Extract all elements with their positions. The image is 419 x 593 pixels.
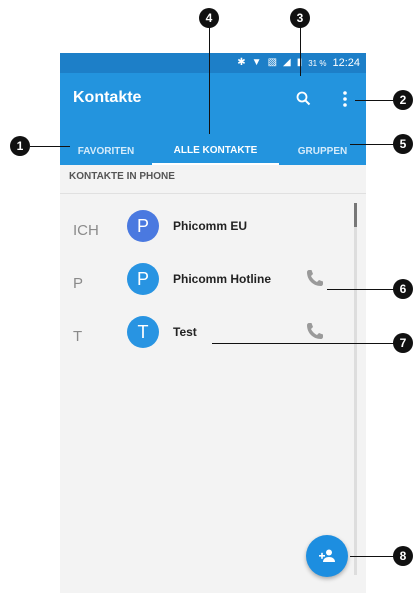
tab-alle-kontakte[interactable]: ALLE KONTAKTE [152, 137, 279, 165]
callout-leader-2 [355, 100, 395, 101]
overflow-menu-button[interactable] [335, 88, 355, 110]
avatar: P [127, 263, 159, 295]
contact-row[interactable]: ICH P Phicomm EU [60, 210, 350, 264]
phone-icon [307, 323, 323, 339]
contacts-list: KONTAKTE IN PHONE ICH P Phicomm EU P P P… [60, 165, 366, 593]
contact-name: Test [173, 325, 197, 339]
add-contact-icon [319, 549, 335, 562]
signal-icon: ◢ [283, 57, 291, 68]
more-vert-icon [343, 91, 347, 107]
callout-leader-8 [350, 556, 395, 557]
callout-leader-5 [350, 144, 395, 145]
call-button[interactable] [304, 320, 326, 342]
tab-favoriten[interactable]: FAVORITEN [60, 137, 152, 165]
wifi-icon: ▼ [251, 57, 262, 68]
callout-leader-6 [327, 289, 395, 290]
scrollbar-track [354, 203, 357, 575]
app-title: Kontakte [73, 89, 142, 106]
avatar: P [127, 210, 159, 242]
bluetooth-icon: ✱ [237, 57, 246, 68]
call-button[interactable] [304, 267, 326, 289]
index-letter: P [73, 275, 84, 292]
phone-screen: ✱ ▼ ▧ ◢ ▮ 31 % 12:24 Kontakte FAVORITEN … [60, 53, 366, 593]
add-contact-button[interactable] [306, 535, 348, 577]
search-icon [296, 91, 311, 106]
callout-badge-5: 5 [393, 134, 413, 154]
clock: 12:24 [332, 57, 360, 69]
battery-percent: 31 % [308, 58, 327, 68]
callout-badge-1: 1 [10, 136, 30, 156]
callout-badge-2: 2 [393, 90, 413, 110]
phone-icon [307, 270, 323, 286]
callout-leader-1 [30, 146, 70, 147]
contact-name: Phicomm EU [173, 219, 248, 233]
tab-bar: FAVORITEN ALLE KONTAKTE GRUPPEN [60, 137, 366, 165]
scrollbar-thumb[interactable] [354, 203, 357, 227]
status-bar: ✱ ▼ ▧ ◢ ▮ 31 % 12:24 [60, 53, 366, 73]
callout-leader-4 [209, 24, 210, 134]
callout-badge-7: 7 [393, 333, 413, 353]
section-header: KONTAKTE IN PHONE [69, 171, 175, 182]
contact-row[interactable]: P P Phicomm Hotline [60, 263, 350, 317]
contact-name: Phicomm Hotline [173, 272, 272, 286]
app-bar: Kontakte FAVORITEN ALLE KONTAKTE GRUPPEN [60, 73, 366, 165]
callout-badge-3: 3 [290, 8, 310, 28]
avatar: T [127, 316, 159, 348]
index-letter: T [73, 328, 83, 345]
index-letter: ICH [73, 222, 99, 239]
tab-gruppen[interactable]: GRUPPEN [279, 137, 366, 165]
callout-badge-8: 8 [393, 546, 413, 566]
search-button[interactable] [293, 88, 315, 110]
no-sim-icon: ▧ [267, 57, 278, 68]
callout-badge-6: 6 [393, 279, 413, 299]
callout-badge-4: 4 [199, 8, 219, 28]
callout-leader-7 [212, 343, 395, 344]
divider [60, 193, 366, 194]
callout-leader-3 [300, 24, 301, 76]
